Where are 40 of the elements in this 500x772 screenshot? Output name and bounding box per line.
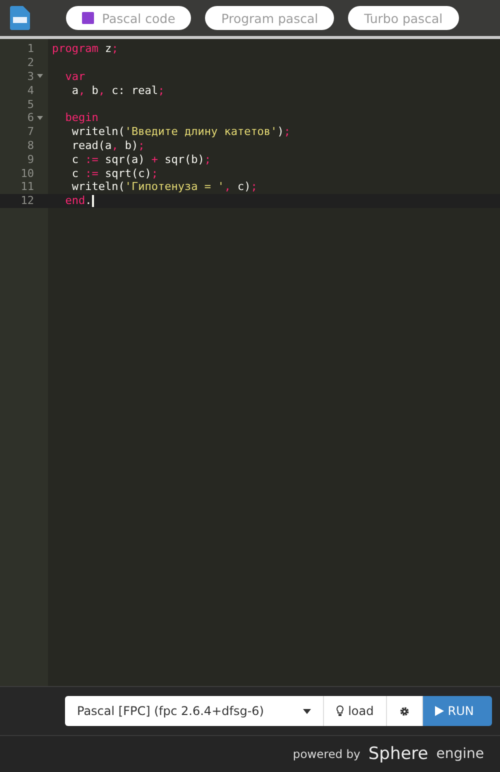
load-button[interactable]: load — [324, 696, 387, 726]
fold-icon[interactable] — [37, 116, 43, 120]
caret-icon — [303, 708, 312, 714]
line-number: 5 — [26, 98, 34, 111]
brand-suffix: engine — [436, 746, 484, 762]
play-icon — [434, 706, 444, 716]
nav-link[interactable]: Pascal code — [66, 6, 192, 30]
code-line: read(a, b); — [70, 138, 145, 152]
line-number: 7 — [26, 125, 34, 138]
lightbulb-icon — [336, 705, 344, 717]
code-line: var — [64, 70, 86, 83]
code-line: writeln('Введите длину катетов'); — [70, 125, 290, 138]
app-icon — [82, 12, 94, 24]
line-number: 6 — [26, 111, 34, 124]
language-select[interactable]: Pascal [FPC] (fpc 2.6.4+dfsg-6) — [65, 696, 324, 726]
settings-icon — [398, 706, 410, 716]
settings-button[interactable] — [386, 696, 423, 726]
code-line: program z; — [51, 42, 118, 56]
line-number: 11 — [20, 180, 34, 194]
brand-name: Sphere — [368, 744, 428, 764]
line-number: 9 — [26, 152, 34, 166]
line-number: 12 — [20, 194, 34, 208]
line-number: 3 — [26, 70, 34, 83]
file-icon — [10, 6, 30, 30]
powered-by-text: powered by — [292, 747, 360, 761]
line-number: 4 — [26, 84, 34, 97]
line-number: 10 — [20, 166, 34, 180]
code-line: c := sqr(a) + sqr(b); — [70, 152, 211, 166]
nav-link[interactable]: Turbo pascal — [348, 6, 459, 30]
line-number: 1 — [26, 42, 34, 56]
code-line: begin — [64, 111, 98, 124]
code-line: writeln('Гипотенуза = ', c); — [70, 180, 258, 194]
run-button[interactable]: RUN — [422, 696, 492, 726]
code-line: c := sqrt(c); — [70, 166, 158, 180]
code-line: end. — [64, 194, 94, 208]
line-number: 2 — [26, 56, 34, 70]
fold-icon[interactable] — [37, 74, 43, 78]
nav-link[interactable]: Program pascal — [205, 6, 334, 30]
line-number: 8 — [26, 138, 34, 152]
code-line: a, b, c: real; — [70, 84, 165, 97]
